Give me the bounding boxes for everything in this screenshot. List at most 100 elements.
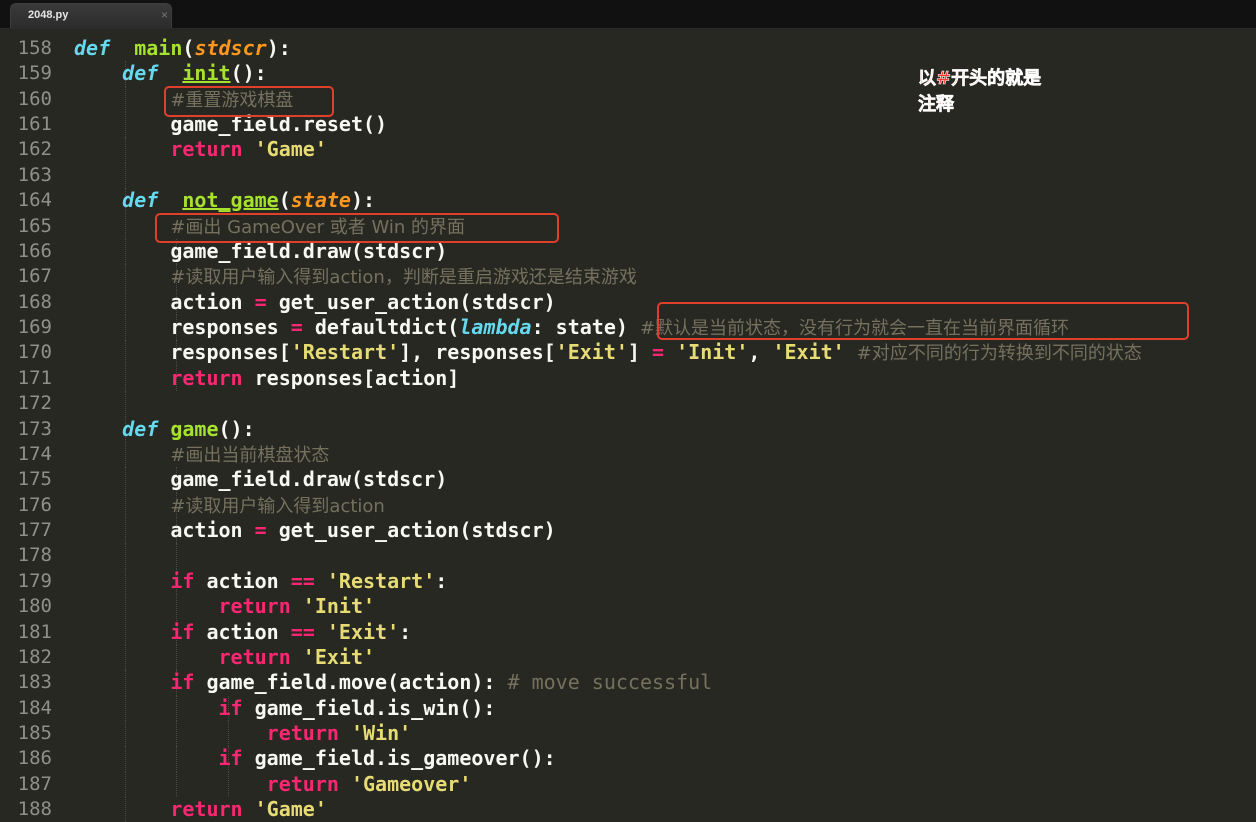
code-text: if action == 'Restart': xyxy=(74,569,447,594)
code-line[interactable]: 186 if game_field.is_gameover(): xyxy=(0,746,1256,772)
highlight-box-reset-comment xyxy=(164,86,334,117)
code-text: return 'Game' xyxy=(74,797,327,822)
line-number: 182 xyxy=(17,645,52,668)
code-line[interactable]: 159 def init(): xyxy=(0,61,1256,87)
code-line[interactable]: 176 #读取用户输入得到action xyxy=(0,492,1256,519)
code-line[interactable]: 175 game_field.draw(stdscr) xyxy=(0,467,1256,493)
token-kw: return xyxy=(266,771,339,796)
code-line[interactable]: 172 xyxy=(0,391,1256,417)
token-str: 'Restart' xyxy=(290,340,400,365)
line-number: 164 xyxy=(17,189,52,212)
token-text: (): xyxy=(230,61,267,86)
code-editor[interactable]: 158 def main(stdscr): 159 def init(): 160 #… xyxy=(0,36,1256,822)
code-line[interactable]: 182 return 'Exit' xyxy=(0,644,1256,671)
token-fn-plain: main xyxy=(134,36,183,60)
annotation-note: 以#开头的就是 注释 xyxy=(918,66,1042,118)
token-str: 'Exit' xyxy=(555,340,628,365)
code-text: action = get_user_action(stdscr) xyxy=(74,290,555,315)
token-cmt-cn: #画出当前棋盘状态 xyxy=(170,444,330,466)
token-text: defaultdict( xyxy=(302,315,460,340)
line-number: 163 xyxy=(17,163,52,186)
code-text: if game_field.is_win(): xyxy=(74,696,496,721)
token-text: ] xyxy=(627,340,653,365)
token-text: , xyxy=(748,340,773,365)
code-line[interactable]: 164 def not_game(state): xyxy=(0,188,1256,214)
token-text: game_field.move(action): xyxy=(194,670,508,695)
token-kw: if xyxy=(170,619,195,644)
code-line[interactable]: 180 return 'Init' xyxy=(0,594,1256,620)
annotation-line-1: 以#开头的就是 xyxy=(918,68,1042,90)
token-text: ( xyxy=(278,188,291,213)
line-number: 187 xyxy=(17,772,52,795)
code-text: return 'Exit' xyxy=(74,644,376,670)
token-text: game_field.draw(stdscr) xyxy=(74,467,448,492)
code-text: #画出当前棋盘状态 xyxy=(74,442,329,468)
token-str: 'Gameover' xyxy=(350,771,472,796)
token-kw: == xyxy=(290,568,315,593)
code-line[interactable]: 188 return 'Game' xyxy=(0,797,1256,822)
line-number: 181 xyxy=(17,620,52,643)
token-str: 'Game' xyxy=(254,137,327,162)
close-icon[interactable]: × xyxy=(161,8,168,22)
token-kw: = xyxy=(652,340,665,365)
code-line[interactable]: 178 xyxy=(0,543,1256,569)
highlight-box-draw-comment xyxy=(155,213,559,243)
code-line[interactable]: 158 def main(stdscr): xyxy=(0,36,1256,61)
code-line[interactable]: 185 return 'Win' xyxy=(0,720,1256,747)
line-number: 171 xyxy=(17,366,52,389)
code-line[interactable]: 183 if game_field.move(action): # move s… xyxy=(0,670,1256,696)
code-text: if action == 'Exit': xyxy=(74,620,411,645)
code-line[interactable]: 170 responses['Restart'], responses['Exi… xyxy=(0,340,1256,366)
code-line[interactable]: 173 def game(): xyxy=(0,416,1256,442)
code-line[interactable]: 171 return responses[action] xyxy=(0,365,1256,392)
code-text: return 'Gameover' xyxy=(74,771,472,797)
code-line[interactable]: 163 xyxy=(0,162,1256,189)
code-text: return responses[action] xyxy=(74,366,459,391)
token-str: 'Exit' xyxy=(772,340,845,365)
token-text: : xyxy=(399,619,412,644)
token-str: 'Exit' xyxy=(302,644,376,669)
indent-guide xyxy=(125,162,127,189)
tab-bar: 2048.py × xyxy=(0,0,1256,29)
line-number: 186 xyxy=(17,747,52,770)
token-text: ], responses[ xyxy=(399,340,556,365)
token-kw-def: def xyxy=(122,416,159,441)
token-text: ): xyxy=(266,36,291,60)
code-line[interactable]: 179 if action == 'Restart': xyxy=(0,568,1256,595)
token-kw-def: def xyxy=(122,61,159,86)
code-line[interactable]: 167 #读取用户输入得到action，判断是重启游戏还是结束游戏 xyxy=(0,264,1256,290)
line-number: 160 xyxy=(17,87,52,110)
token-fn-plain: game xyxy=(170,416,219,441)
file-tab[interactable]: 2048.py × xyxy=(10,3,172,28)
token-kw: return xyxy=(170,797,243,822)
tab-title: 2048.py xyxy=(28,9,69,21)
annotation-line-2: 注释 xyxy=(918,94,955,116)
token-str: 'Restart' xyxy=(326,568,436,593)
code-line[interactable]: 177 action = get_user_action(stdscr) xyxy=(0,518,1256,544)
code-line[interactable]: 187 return 'Gameover' xyxy=(0,771,1256,798)
code-line[interactable]: 184 if game_field.is_win(): xyxy=(0,695,1256,721)
token-cmt: # move successful xyxy=(507,670,713,695)
token-kw: return xyxy=(170,365,243,390)
line-number: 183 xyxy=(17,671,52,694)
highlight-box-default-comment xyxy=(657,302,1189,340)
code-text: if game_field.move(action): # move succe… xyxy=(74,670,712,695)
line-number: 158 xyxy=(17,37,52,59)
code-line[interactable]: 162 return 'Game' xyxy=(0,137,1256,163)
token-fn: init xyxy=(182,61,231,86)
code-line[interactable]: 181 if action == 'Exit': xyxy=(0,619,1256,645)
code-line[interactable]: 174 #画出当前棋盘状态 xyxy=(0,441,1256,468)
token-text: : xyxy=(435,568,448,593)
code-text: return 'Game' xyxy=(74,137,327,162)
